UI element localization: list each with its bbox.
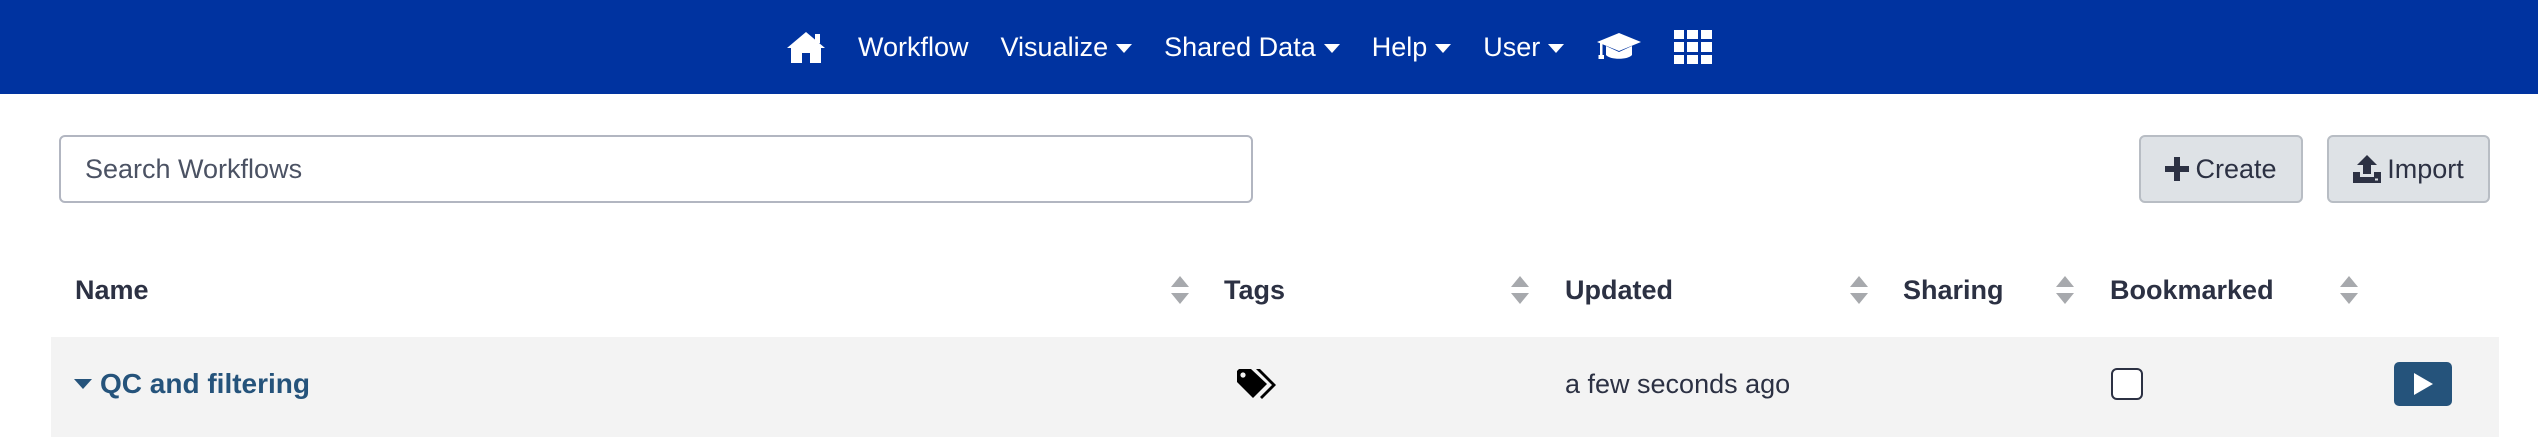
search-workflows-input[interactable] bbox=[59, 135, 1253, 203]
masthead: Workflow Visualize Shared Data Help User bbox=[0, 0, 2538, 94]
nav-user-label: User bbox=[1483, 31, 1541, 62]
create-workflow-button[interactable]: Create bbox=[2139, 135, 2303, 203]
nav-menu: Workflow Visualize Shared Data Help User bbox=[770, 0, 1728, 94]
nav-visualize-label: Visualize bbox=[1000, 31, 1109, 62]
nav-visualize[interactable]: Visualize bbox=[985, 0, 1149, 94]
nav-shared-data-label: Shared Data bbox=[1164, 31, 1316, 62]
nav-help-label: Help bbox=[1371, 31, 1428, 62]
column-header-tags-label: Tags bbox=[1224, 274, 1286, 305]
run-workflow-button[interactable] bbox=[2394, 362, 2452, 406]
column-header-bookmarked[interactable]: Bookmarked bbox=[2110, 270, 2274, 310]
nav-training[interactable] bbox=[1580, 0, 1658, 94]
upload-icon bbox=[2353, 155, 2382, 183]
plus-icon bbox=[2165, 157, 2190, 181]
home-link[interactable] bbox=[770, 0, 842, 94]
column-header-updated[interactable]: Updated bbox=[1565, 270, 1673, 310]
nav-workflow[interactable]: Workflow bbox=[842, 0, 985, 94]
sort-icon[interactable] bbox=[2056, 276, 2074, 304]
column-header-sharing[interactable]: Sharing bbox=[1903, 270, 2004, 310]
column-header-name-label: Name bbox=[75, 274, 149, 305]
column-header-sharing-label: Sharing bbox=[1903, 274, 2004, 305]
create-label: Create bbox=[2195, 153, 2277, 184]
play-icon bbox=[2414, 373, 2433, 395]
nav-shared-data[interactable]: Shared Data bbox=[1148, 0, 1356, 94]
import-label: Import bbox=[2387, 153, 2464, 184]
caret-down-icon bbox=[1323, 43, 1340, 53]
workflow-updated: a few seconds ago bbox=[1565, 368, 1791, 399]
sort-icon[interactable] bbox=[2340, 276, 2358, 304]
column-header-tags[interactable]: Tags bbox=[1224, 270, 1285, 310]
column-header-bookmarked-label: Bookmarked bbox=[2110, 274, 2274, 305]
caret-down-icon bbox=[74, 379, 92, 389]
sort-icon[interactable] bbox=[1850, 276, 1868, 304]
nav-help[interactable]: Help bbox=[1356, 0, 1468, 94]
grid-icon bbox=[1674, 30, 1713, 64]
import-workflow-button[interactable]: Import bbox=[2327, 135, 2490, 203]
graduation-cap-icon bbox=[1597, 33, 1642, 59]
home-icon bbox=[787, 32, 825, 63]
tags-icon bbox=[1237, 369, 1276, 399]
column-header-name[interactable]: Name bbox=[75, 270, 149, 310]
caret-down-icon bbox=[1548, 43, 1565, 53]
nav-scratchbook[interactable] bbox=[1658, 0, 1728, 94]
bookmark-checkbox[interactable] bbox=[2111, 368, 2143, 400]
sort-icon[interactable] bbox=[1171, 276, 1189, 304]
caret-down-icon bbox=[1116, 43, 1133, 53]
nav-user[interactable]: User bbox=[1467, 0, 1580, 94]
column-header-updated-label: Updated bbox=[1565, 274, 1673, 305]
nav-workflow-label: Workflow bbox=[858, 31, 969, 62]
add-tags-button[interactable] bbox=[1236, 368, 1278, 407]
workflow-name: QC and filtering bbox=[100, 368, 310, 399]
caret-down-icon bbox=[1435, 43, 1452, 53]
workflow-name-dropdown[interactable]: QC and filtering bbox=[74, 364, 310, 404]
sort-icon[interactable] bbox=[1511, 276, 1529, 304]
